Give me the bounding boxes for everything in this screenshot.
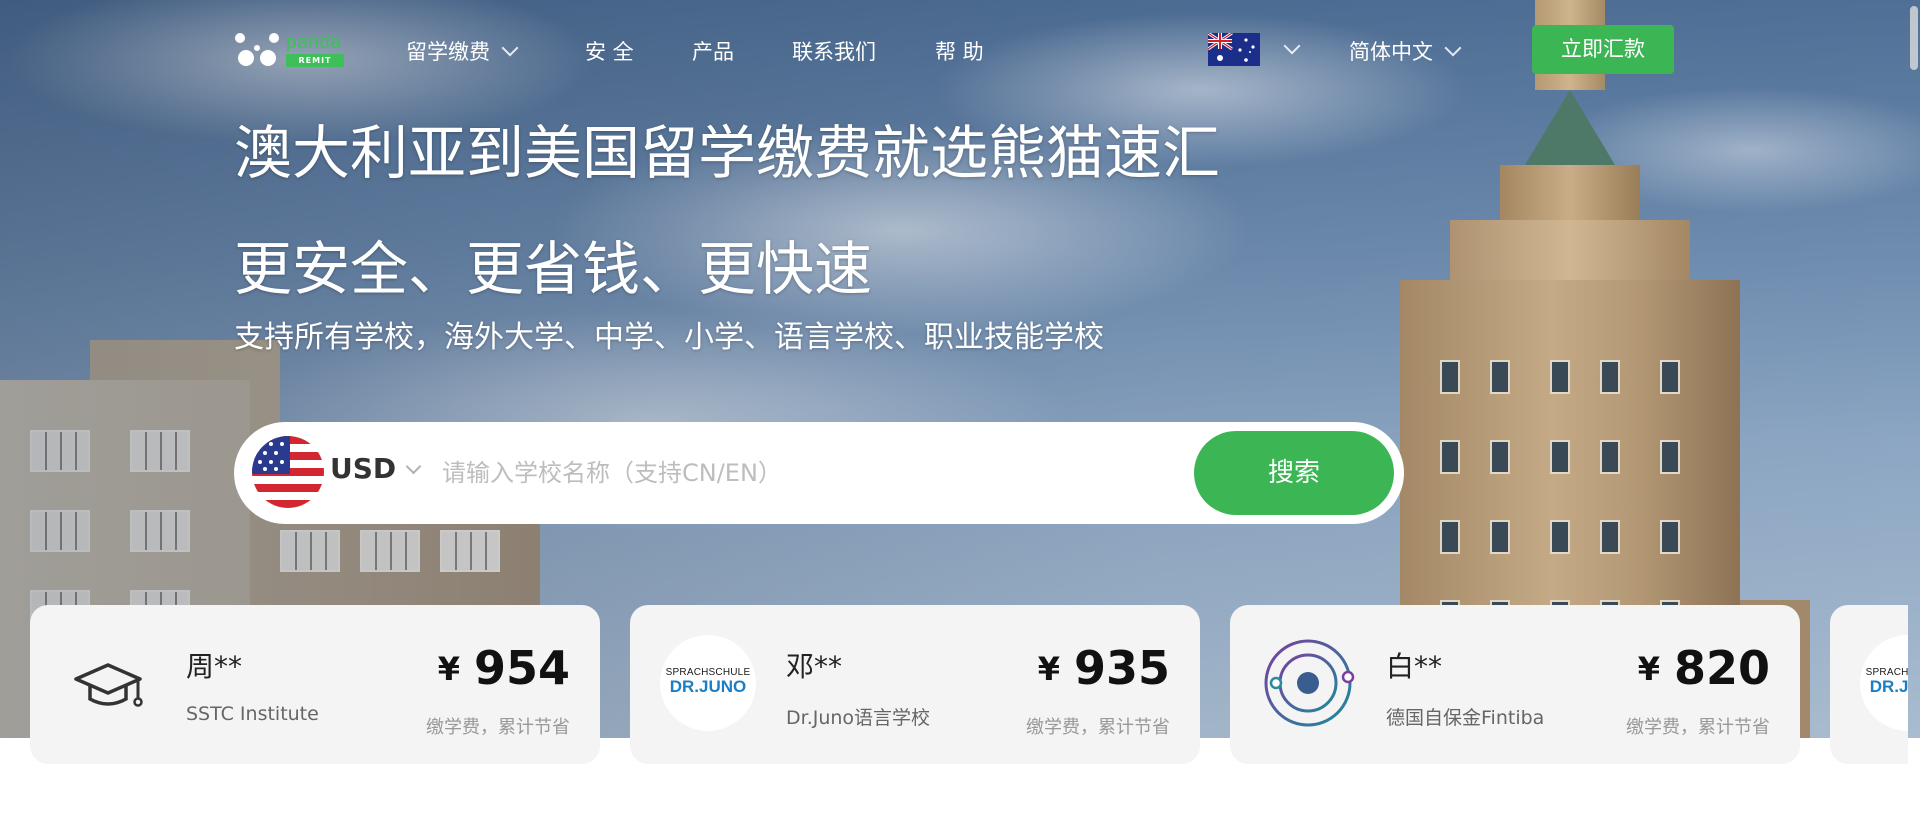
card-school-name: 德国自保金Fintiba bbox=[1386, 707, 1545, 729]
chevron-down-icon bbox=[1444, 39, 1462, 57]
panda-remit-logo[interactable]: panda REMIT bbox=[234, 32, 349, 72]
logo-wordmark: panda bbox=[286, 32, 342, 53]
nav-item-products[interactable]: 产品 bbox=[692, 36, 734, 66]
amount-value: 820 bbox=[1673, 641, 1770, 695]
card-savings-amount: ¥935 bbox=[1038, 641, 1170, 695]
savings-card[interactable]: 白** 德国自保金Fintiba ¥820 缴学费，累计节省 bbox=[1230, 605, 1800, 764]
drjuno-logo: SPRACHSCHULE DR.JUNO bbox=[1860, 635, 1908, 731]
currency-symbol: ¥ bbox=[437, 650, 460, 688]
currency-symbol: ¥ bbox=[1037, 650, 1060, 688]
australia-flag-icon bbox=[1207, 31, 1260, 66]
language-selector[interactable]: 简体中文 bbox=[1349, 36, 1462, 66]
nav-item-label: 帮 助 bbox=[935, 40, 984, 64]
panda-logo-icon bbox=[235, 33, 279, 66]
top-nav: panda REMIT 留学缴费 安 全 产品 联系我们 帮 助 简体中文 立即… bbox=[0, 0, 1920, 100]
usa-flag-icon[interactable] bbox=[252, 436, 324, 508]
page-scrollbar[interactable] bbox=[1908, 0, 1920, 828]
hero-tagline: 支持所有学校，海外大学、中学、小学、语言学校、职业技能学校 bbox=[234, 320, 1104, 355]
savings-card[interactable]: 周** SSTC Institute ¥954 缴学费，累计节省 bbox=[30, 605, 600, 764]
drjuno-logo-text: SPRACHSCHULE DR.JUNO bbox=[660, 667, 756, 696]
graduation-cap-icon bbox=[60, 635, 156, 731]
chevron-down-icon bbox=[501, 39, 519, 57]
nav-item-label: 产品 bbox=[692, 40, 734, 64]
card-user-name: 邓** bbox=[786, 650, 843, 683]
chevron-down-icon bbox=[1283, 37, 1301, 55]
nav-item-label: 安 全 bbox=[585, 40, 634, 64]
amount-value: 954 bbox=[473, 641, 570, 695]
scrollbar-thumb[interactable] bbox=[1910, 6, 1918, 70]
card-savings-note: 缴学费，累计节省 bbox=[1026, 717, 1170, 738]
savings-card[interactable]: SPRACHSCHULE DR.JUNO 邓** Dr.Juno语言学校 ¥93… bbox=[630, 605, 1200, 764]
nav-item-label: 联系我们 bbox=[792, 40, 876, 64]
amount-value: 935 bbox=[1073, 641, 1170, 695]
card-school-name: SSTC Institute bbox=[186, 703, 319, 725]
graduation-cap-icon bbox=[74, 663, 143, 707]
send-money-button[interactable]: 立即汇款 bbox=[1532, 25, 1674, 74]
card-savings-amount: ¥954 bbox=[438, 641, 570, 695]
school-search-bar: USD 搜索 bbox=[234, 422, 1404, 524]
card-savings-note: 缴学费，累计节省 bbox=[426, 717, 570, 738]
card-savings-note: 缴学费，累计节省 bbox=[1626, 717, 1770, 738]
usa-flag-icon bbox=[252, 436, 324, 508]
country-dropdown-toggle[interactable] bbox=[1283, 37, 1301, 62]
currency-symbol: ¥ bbox=[1637, 650, 1660, 688]
country-selector[interactable] bbox=[1207, 31, 1260, 66]
search-button[interactable]: 搜索 bbox=[1194, 431, 1394, 515]
card-user-name: 白** bbox=[1386, 650, 1443, 683]
hero-title: 澳大利亚到美国留学缴费就选熊猫速汇 bbox=[234, 119, 1221, 187]
nav-item-help[interactable]: 帮 助 bbox=[935, 36, 984, 66]
nav-item-tuition[interactable]: 留学缴费 bbox=[406, 36, 519, 66]
card-savings-amount: ¥820 bbox=[1638, 641, 1770, 695]
language-label: 简体中文 bbox=[1349, 40, 1433, 64]
currency-label: USD bbox=[330, 452, 397, 485]
hero-subtitle: 更安全、更省钱、更快速 bbox=[234, 235, 873, 303]
fintiba-logo-icon bbox=[1264, 639, 1355, 727]
nav-item-contact[interactable]: 联系我们 bbox=[792, 36, 876, 66]
currency-selector[interactable]: USD bbox=[330, 452, 422, 485]
school-search-input[interactable] bbox=[440, 444, 1164, 502]
logo-subtitle: REMIT bbox=[286, 54, 344, 67]
fintiba-logo bbox=[1260, 635, 1356, 731]
logo-line: DR.JUNO bbox=[669, 677, 747, 696]
savings-card-partial[interactable]: SPRACHSCHULE DR.JUNO bbox=[1830, 605, 1908, 764]
drjuno-logo: SPRACHSCHULE DR.JUNO bbox=[660, 635, 756, 731]
card-user-name: 周** bbox=[186, 650, 243, 683]
page: panda REMIT 留学缴费 安 全 产品 联系我们 帮 助 简体中文 立即… bbox=[0, 0, 1920, 828]
nav-item-security[interactable]: 安 全 bbox=[585, 36, 634, 66]
nav-item-label: 留学缴费 bbox=[406, 40, 490, 64]
logo-line: DR.JUNO bbox=[1869, 677, 1908, 696]
card-school-name: Dr.Juno语言学校 bbox=[786, 707, 931, 729]
chevron-down-icon bbox=[405, 458, 422, 475]
drjuno-logo-text: SPRACHSCHULE DR.JUNO bbox=[1860, 667, 1908, 696]
